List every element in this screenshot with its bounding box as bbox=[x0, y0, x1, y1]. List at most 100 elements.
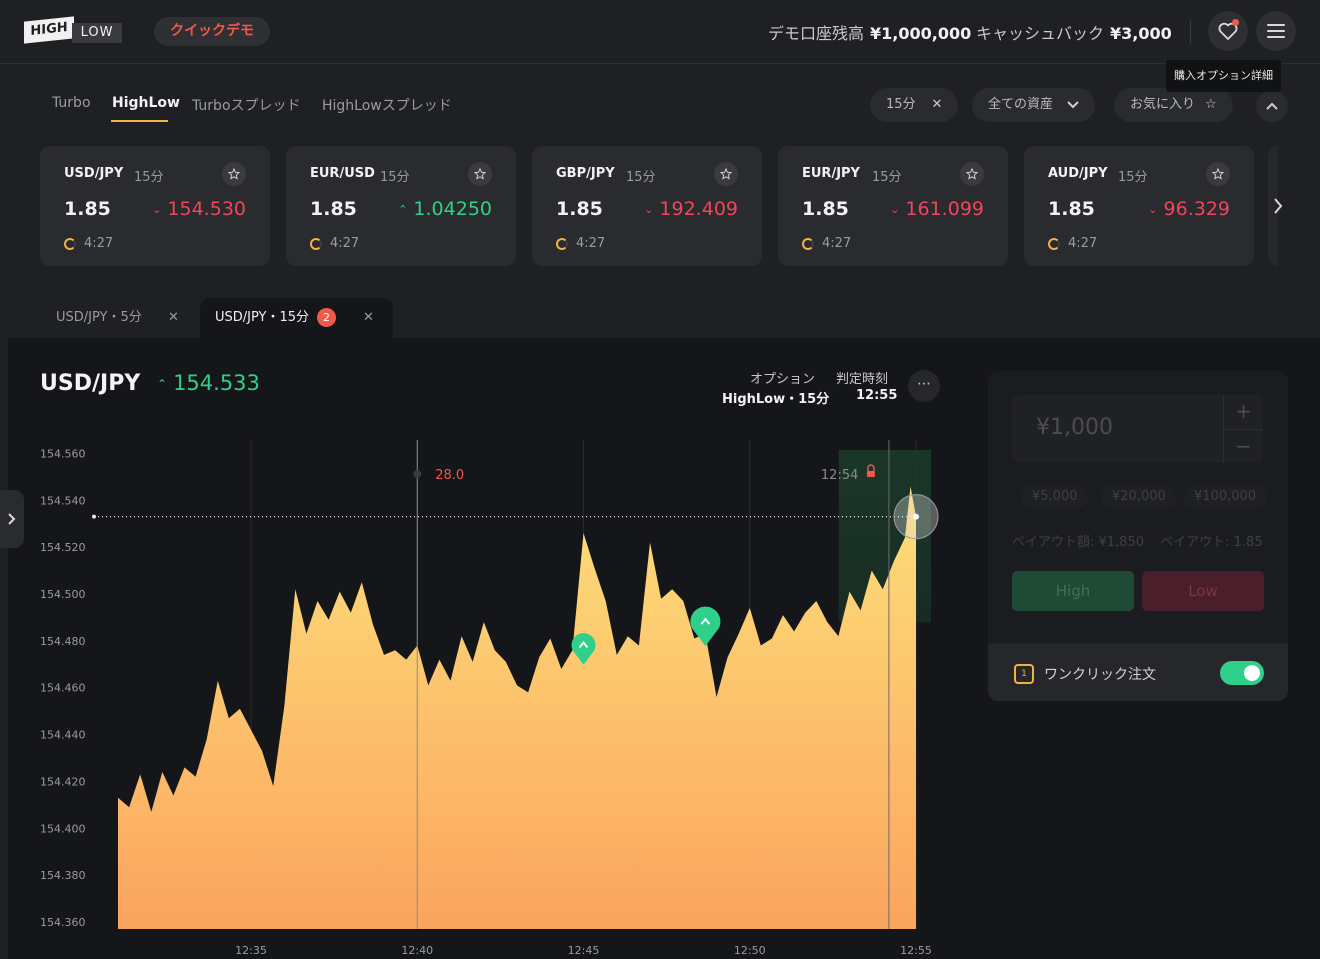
duration-filter-label: 15分 bbox=[886, 97, 916, 112]
hamburger-menu-icon bbox=[1267, 24, 1285, 38]
y-tick-label: 154.400 bbox=[40, 822, 86, 835]
chevron-right-icon bbox=[1274, 198, 1283, 214]
chart-tab-usdjpy-15min[interactable]: USD/JPY・15分 2 ✕ bbox=[200, 298, 393, 338]
highlow-logo[interactable]: HIGH LOW bbox=[24, 16, 122, 44]
tab-turbo[interactable]: Turbo bbox=[52, 95, 91, 111]
chevron-down-icon bbox=[1067, 100, 1079, 108]
chart-current-price: ⌃ 154.533 bbox=[157, 371, 260, 395]
chevron-up-icon bbox=[1266, 102, 1278, 110]
low-button[interactable]: Low bbox=[1142, 571, 1264, 611]
y-tick-label: 154.420 bbox=[40, 775, 86, 788]
logo-low: LOW bbox=[72, 23, 122, 43]
asset-payout: 1.85 bbox=[802, 198, 849, 220]
asset-price: ⌄ 192.409 bbox=[644, 198, 738, 220]
one-click-icon: 1 bbox=[1014, 664, 1034, 684]
asset-price: ⌄ 96.329 bbox=[1148, 198, 1230, 220]
chart-pair-title: USD/JPY bbox=[40, 371, 141, 396]
tab-highlow-spread[interactable]: HighLowスプレッド bbox=[322, 95, 452, 115]
asset-duration: 15分 bbox=[1118, 170, 1148, 185]
duration-filter[interactable]: 15分 ✕ bbox=[870, 88, 959, 122]
side-panel-toggle[interactable] bbox=[0, 490, 24, 548]
menu-button[interactable] bbox=[1256, 11, 1296, 51]
y-tick-label: 154.560 bbox=[40, 447, 86, 460]
favorite-star-icon[interactable] bbox=[714, 162, 738, 186]
y-tick-label: 154.460 bbox=[40, 682, 86, 695]
more-options-button[interactable]: ⋯ bbox=[908, 370, 940, 402]
payout-info: ペイアウト額: ¥1,850 ペイアウト: 1.85 bbox=[1012, 531, 1263, 550]
asset-payout: 1.85 bbox=[64, 198, 111, 220]
collapse-cards-button[interactable] bbox=[1256, 90, 1288, 122]
preset-amount-button[interactable]: ¥100,000 bbox=[1184, 485, 1267, 508]
lock-icon bbox=[866, 471, 875, 477]
amount-increase-button[interactable]: + bbox=[1223, 395, 1263, 429]
current-price-dot bbox=[913, 513, 919, 520]
up-arrow-icon: ⌃ bbox=[398, 203, 408, 216]
asset-timer: 4:27 bbox=[802, 236, 851, 251]
preset-amount-button[interactable]: ¥5,000 bbox=[1022, 485, 1088, 508]
asset-payout: 1.85 bbox=[310, 198, 357, 220]
favorite-star-icon[interactable] bbox=[1206, 162, 1230, 186]
expiry-label: 判定時刻 bbox=[836, 372, 889, 387]
timer-ring-icon bbox=[64, 237, 76, 250]
high-button[interactable]: High bbox=[1012, 571, 1134, 611]
tab-highlow[interactable]: HighLow bbox=[112, 95, 180, 111]
investment-amount-field[interactable]: ¥1,000 + − bbox=[1012, 395, 1263, 463]
chart-tab-label: USD/JPY・15分 bbox=[215, 310, 310, 325]
x-tick-label: 12:40 bbox=[401, 944, 433, 957]
favorite-star-icon[interactable] bbox=[222, 162, 246, 186]
asset-symbol: EUR/JPY bbox=[802, 166, 860, 181]
price-chart[interactable]: 28.0 12:54 154.560 154.540 154.520 154.500 15… bbox=[0, 430, 960, 959]
asset-card[interactable]: USD/JPY 15分 1.85 ⌄ 154.530 4:27 bbox=[40, 146, 270, 266]
option-value: HighLow・15分 bbox=[722, 392, 830, 407]
close-icon[interactable]: ✕ bbox=[363, 298, 374, 338]
cards-next-button[interactable] bbox=[1266, 190, 1290, 222]
favorite-star-icon[interactable] bbox=[468, 162, 492, 186]
asset-card[interactable]: AUD/JPY 15分 1.85 ⌄ 96.329 4:27 bbox=[1024, 146, 1254, 266]
asset-card[interactable]: EUR/JPY 15分 1.85 ⌄ 161.099 4:27 bbox=[778, 146, 1008, 266]
amount-decrease-button[interactable]: − bbox=[1223, 429, 1263, 463]
reference-label: 28.0 bbox=[435, 468, 464, 483]
asset-timer: 4:27 bbox=[1048, 236, 1097, 251]
current-price-start bbox=[92, 514, 96, 519]
payout-rate: ペイアウト: 1.85 bbox=[1160, 535, 1263, 550]
asset-price-value: 161.099 bbox=[905, 198, 984, 220]
x-tick-label: 12:35 bbox=[235, 944, 267, 957]
demo-balance: デモ口座残高 ¥1,000,000 bbox=[768, 20, 971, 44]
tab-turbo-spread[interactable]: Turboスプレッド bbox=[192, 95, 301, 115]
demo-balance-value: ¥1,000,000 bbox=[870, 24, 972, 43]
asset-filter-dropdown[interactable]: 全ての資産 bbox=[972, 88, 1096, 122]
option-label: オプション bbox=[750, 372, 816, 387]
asset-payout: 1.85 bbox=[1048, 198, 1095, 220]
y-tick-label: 154.520 bbox=[40, 541, 86, 554]
cashback-label: キャッシュバック bbox=[976, 24, 1105, 43]
down-arrow-icon: ⌄ bbox=[890, 203, 900, 216]
one-click-toggle[interactable] bbox=[1220, 661, 1264, 685]
price-area-series bbox=[118, 486, 916, 929]
purchased-options-tooltip: 購入オプション詳細 bbox=[1166, 60, 1281, 92]
y-tick-label: 154.380 bbox=[40, 869, 86, 882]
asset-duration: 15分 bbox=[626, 170, 656, 185]
close-icon[interactable]: ✕ bbox=[168, 298, 179, 338]
demo-balance-label: デモ口座残高 bbox=[768, 24, 865, 43]
cashback: キャッシュバック ¥3,000 bbox=[976, 20, 1172, 44]
preset-amount-button[interactable]: ¥20,000 bbox=[1102, 485, 1176, 508]
asset-duration: 15分 bbox=[872, 170, 902, 185]
chart-current-price-value: 154.533 bbox=[173, 371, 260, 395]
close-icon[interactable]: ✕ bbox=[932, 97, 943, 112]
asset-timer: 4:27 bbox=[556, 236, 605, 251]
quick-demo-badge[interactable]: クイックデモ bbox=[154, 17, 270, 46]
y-tick-label: 154.440 bbox=[40, 729, 86, 742]
favorite-star-icon[interactable] bbox=[960, 162, 984, 186]
asset-price-value: 192.409 bbox=[659, 198, 738, 220]
asset-timer-value: 4:27 bbox=[576, 236, 606, 251]
payout-amount: ペイアウト額: ¥1,850 bbox=[1012, 535, 1144, 550]
purchased-options-button[interactable] bbox=[1208, 11, 1248, 51]
asset-duration: 15分 bbox=[380, 170, 410, 185]
y-tick-label: 154.360 bbox=[40, 916, 86, 929]
asset-card[interactable]: EUR/USD 15分 1.85 ⌃ 1.04250 4:27 bbox=[286, 146, 516, 266]
asset-timer: 4:27 bbox=[310, 236, 359, 251]
asset-card[interactable]: GBP/JPY 15分 1.85 ⌄ 192.409 4:27 bbox=[532, 146, 762, 266]
chart-tab-usdjpy-5min[interactable]: USD/JPY・5分 ✕ bbox=[40, 298, 198, 338]
active-tab-underline bbox=[111, 120, 168, 122]
favorites-filter[interactable]: お気に入り ☆ bbox=[1114, 88, 1233, 122]
